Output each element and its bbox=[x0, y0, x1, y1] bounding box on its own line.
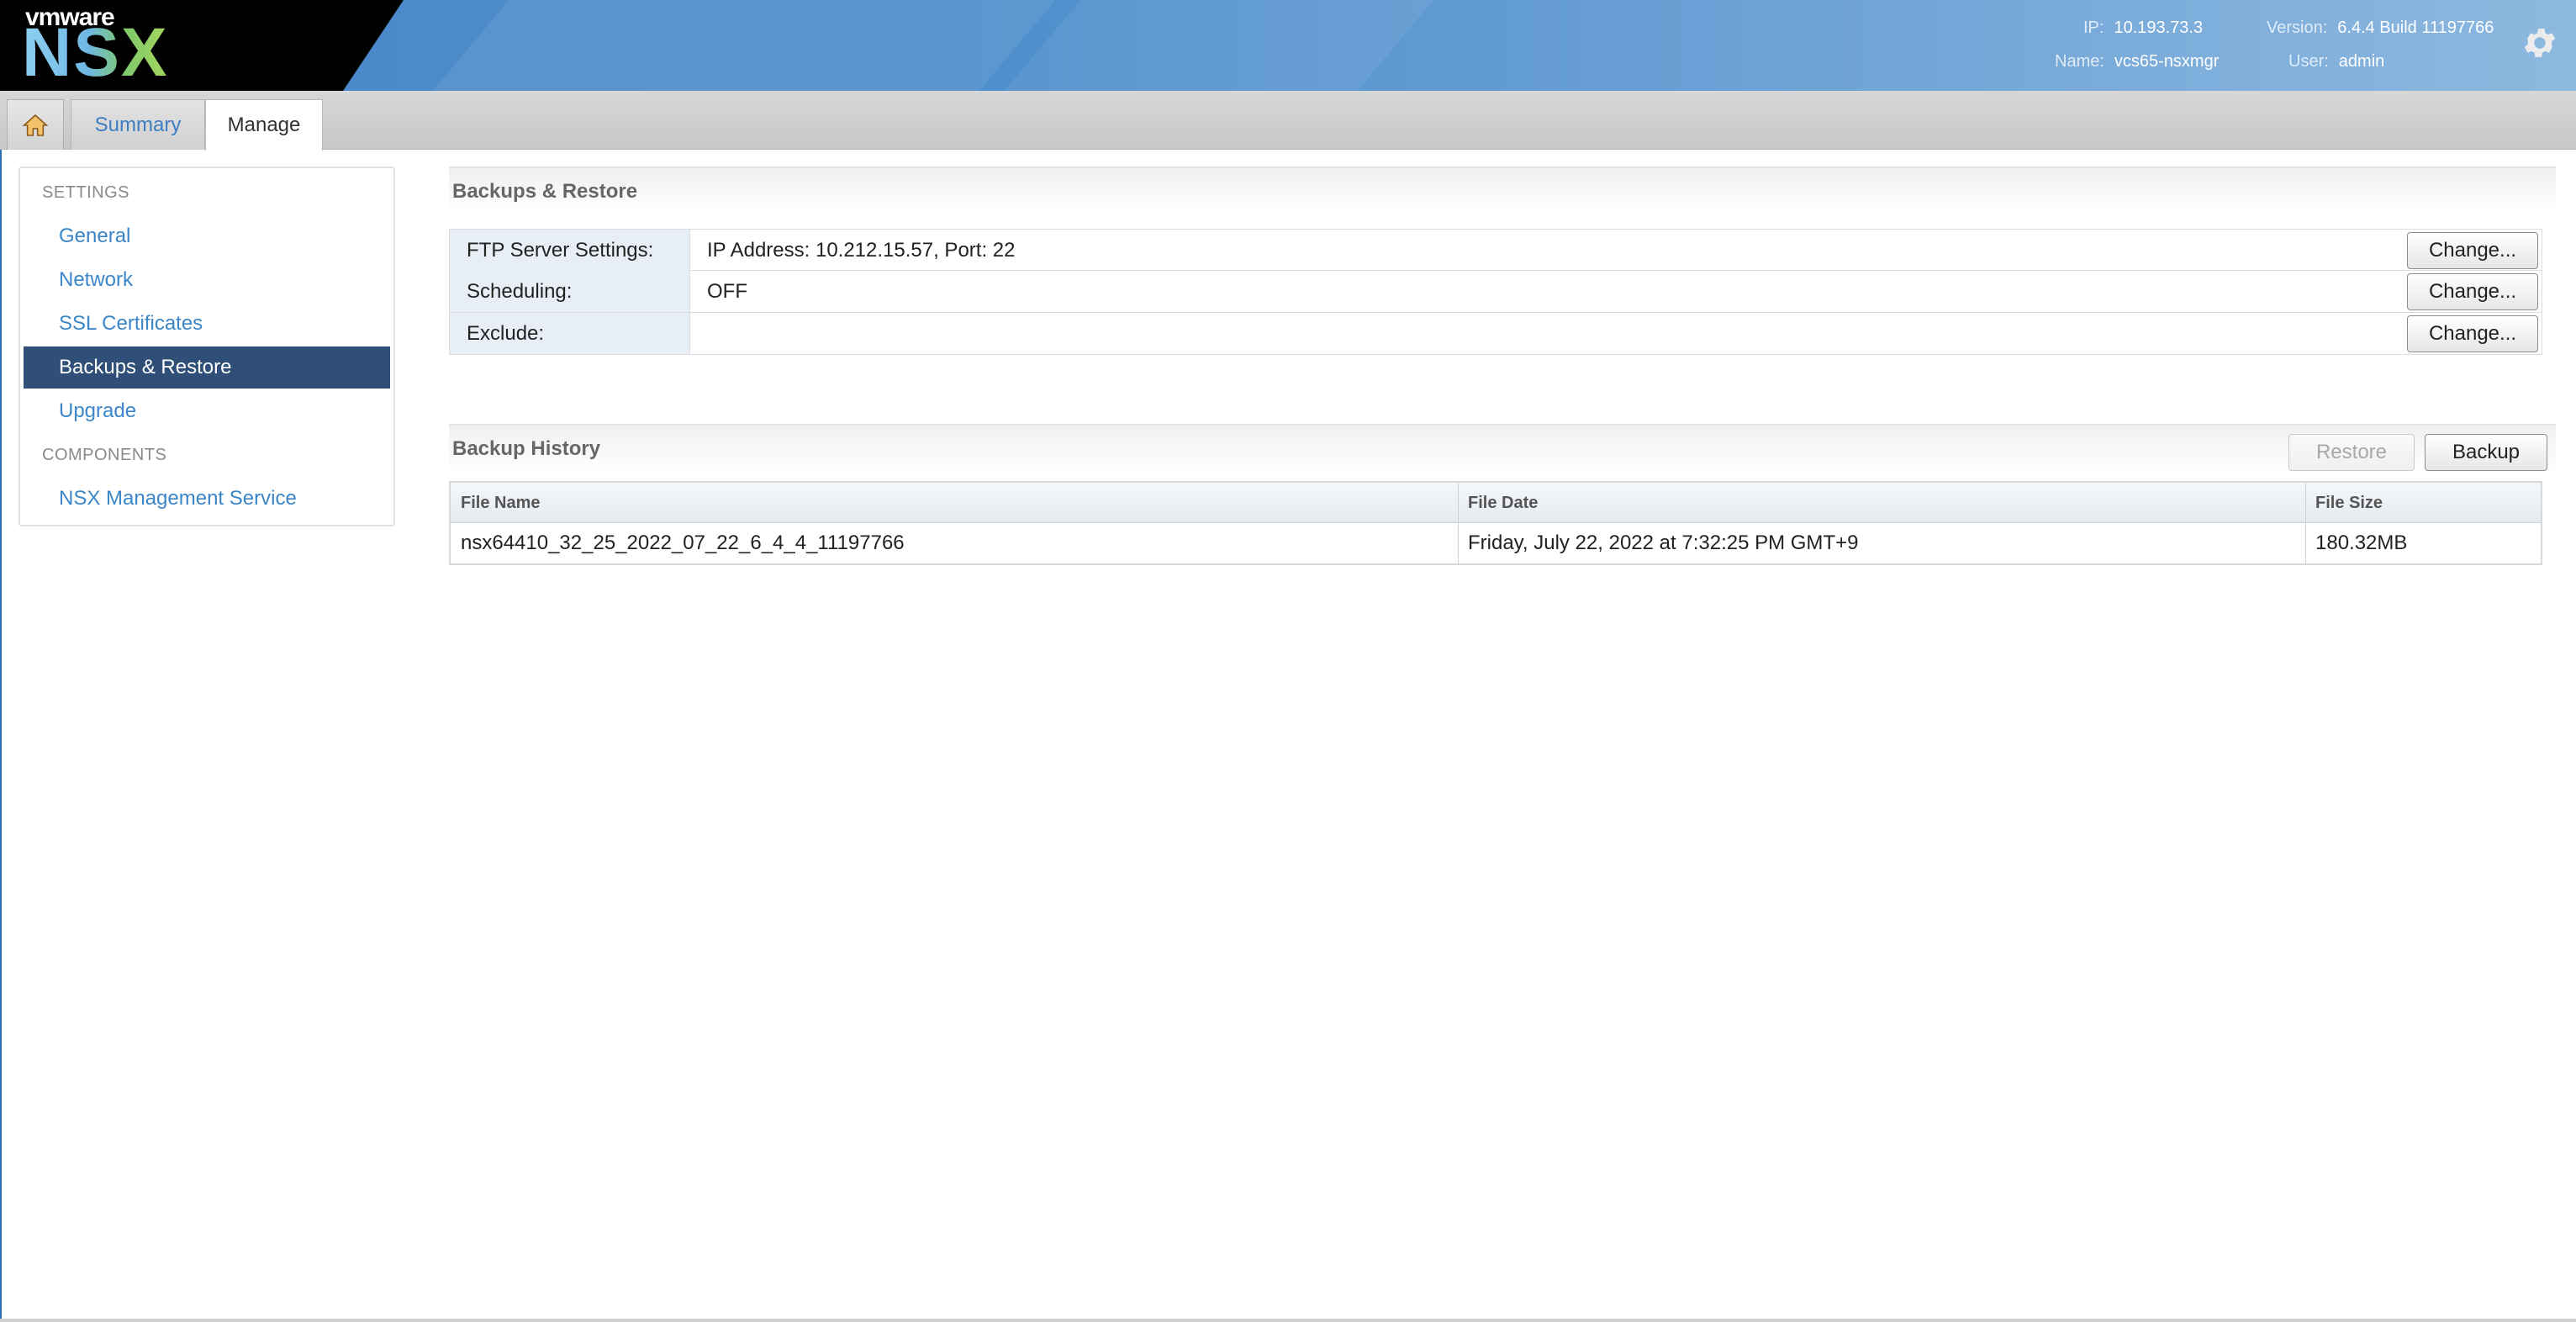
table-row[interactable]: nsx64410_32_25_2022_07_22_6_4_4_11197766… bbox=[451, 523, 2541, 563]
nsx-wordmark: NSX bbox=[22, 14, 169, 91]
tab-summary[interactable]: Summary bbox=[71, 99, 205, 150]
sidebar-item-backups-restore[interactable]: Backups & Restore bbox=[24, 346, 390, 389]
header-ip: IP: 10.193.73.3 bbox=[2083, 19, 2204, 37]
backup-button[interactable]: Backup bbox=[2425, 434, 2547, 471]
sidebar-section-settings: SETTINGS bbox=[42, 183, 130, 202]
sidebar-item-nsx-management-service[interactable]: NSX Management Service bbox=[24, 478, 390, 520]
settings-sidebar: SETTINGS General Network SSL Certificate… bbox=[18, 167, 395, 526]
tab-manage[interactable]: Manage bbox=[205, 99, 323, 151]
app-header: vmware NSX IP: 10.193.73.3 Name: vcs65-nsx… bbox=[0, 0, 2576, 91]
header-user: User: admin bbox=[2288, 52, 2385, 71]
scheduling-row: Scheduling: OFF Change... bbox=[449, 271, 2542, 313]
row-label: Scheduling: bbox=[450, 271, 690, 312]
table-header: File Name File Date File Size bbox=[451, 483, 2541, 523]
cell-file-size: 180.32MB bbox=[2315, 531, 2408, 554]
home-icon bbox=[22, 114, 49, 136]
scheduling-value: OFF bbox=[707, 279, 747, 303]
change-exclude-button[interactable]: Change... bbox=[2407, 315, 2538, 352]
header-version: Version: 6.4.4 Build 11197766 bbox=[2267, 19, 2494, 37]
sidebar-item-network[interactable]: Network bbox=[24, 259, 390, 301]
tab-bar: Summary Manage bbox=[0, 91, 2576, 151]
column-header-file-name[interactable]: File Name bbox=[451, 483, 1458, 523]
exclude-row: Exclude: Change... bbox=[449, 313, 2542, 355]
column-header-file-date[interactable]: File Date bbox=[1458, 483, 2305, 523]
sidebar-section-components: COMPONENTS bbox=[42, 446, 167, 464]
sidebar-item-general[interactable]: General bbox=[24, 215, 390, 257]
backups-restore-header: Backups & Restore bbox=[449, 167, 2556, 214]
change-scheduling-button[interactable]: Change... bbox=[2407, 273, 2538, 310]
column-header-file-size[interactable]: File Size bbox=[2305, 483, 2541, 523]
ftp-server-value: IP Address: 10.212.15.57, Port: 22 bbox=[707, 238, 1016, 262]
backup-history-table: File Name File Date File Size nsx64410_3… bbox=[449, 481, 2542, 565]
section-title: Backup History bbox=[452, 437, 601, 460]
header-name: Name: vcs65-nsxmgr bbox=[2055, 52, 2220, 71]
change-ftp-button[interactable]: Change... bbox=[2407, 232, 2538, 269]
sidebar-item-ssl-certificates[interactable]: SSL Certificates bbox=[24, 303, 390, 345]
backup-history-header: Backup History Restore Backup bbox=[449, 424, 2556, 471]
sidebar-item-upgrade[interactable]: Upgrade bbox=[24, 390, 390, 432]
section-title: Backups & Restore bbox=[452, 180, 638, 203]
cell-file-date: Friday, July 22, 2022 at 7:32:25 PM GMT+… bbox=[1468, 531, 1859, 554]
gear-icon[interactable] bbox=[2521, 24, 2559, 62]
cell-file-name: nsx64410_32_25_2022_07_22_6_4_4_11197766 bbox=[461, 531, 905, 554]
nsx-logo: vmware NSX bbox=[0, 0, 454, 91]
row-label: FTP Server Settings: bbox=[450, 230, 690, 271]
tab-home[interactable] bbox=[7, 99, 64, 150]
ftp-server-settings-row: FTP Server Settings: IP Address: 10.212.… bbox=[449, 229, 2542, 271]
restore-button[interactable]: Restore bbox=[2288, 434, 2415, 471]
row-label: Exclude: bbox=[450, 313, 690, 354]
